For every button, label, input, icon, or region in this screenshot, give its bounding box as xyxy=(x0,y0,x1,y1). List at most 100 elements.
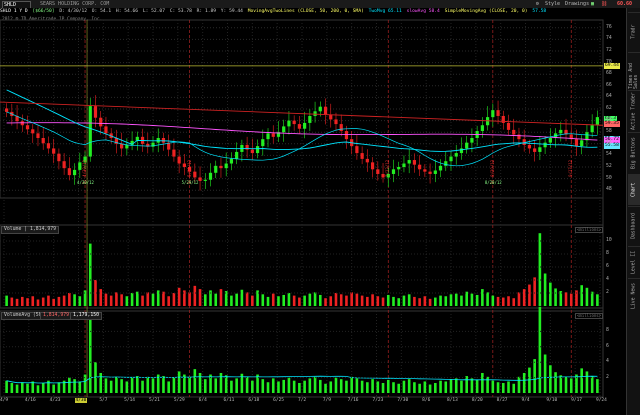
price-candle xyxy=(428,171,432,174)
volavg-bar xyxy=(533,359,536,393)
price-candle xyxy=(46,143,51,149)
price-candle xyxy=(391,169,396,174)
volavg-bar xyxy=(15,384,19,393)
price-candle xyxy=(574,139,579,147)
volume-bar xyxy=(172,293,176,306)
price-candle xyxy=(25,125,30,130)
price-candle xyxy=(407,160,411,164)
volavg-bar xyxy=(402,380,406,393)
tab-active-trader[interactable]: Active Trader xyxy=(628,90,640,131)
volume-bar xyxy=(62,295,66,306)
price-candle xyxy=(344,131,349,140)
volavg-bar xyxy=(449,379,453,393)
price-candle xyxy=(62,161,66,169)
tab-dashboard[interactable]: Dashboard xyxy=(628,206,640,245)
volavg-bar xyxy=(549,365,552,393)
price-candle xyxy=(67,168,71,176)
volume-bar xyxy=(198,289,202,306)
volavg-bar xyxy=(465,376,468,393)
volume-bar xyxy=(360,295,364,306)
volavg-bar xyxy=(407,379,411,393)
price-candle xyxy=(559,129,563,134)
volume-bar xyxy=(31,296,35,306)
volume-bar xyxy=(251,295,254,306)
volavg-bar xyxy=(423,381,427,393)
volavg-bar xyxy=(371,379,374,393)
volavg-bar xyxy=(376,381,380,393)
price-candle xyxy=(282,126,286,133)
price-candle xyxy=(480,125,484,132)
volavg-bar xyxy=(5,380,8,393)
price-candle xyxy=(203,179,207,181)
volavg-bar xyxy=(78,381,82,393)
price-candle xyxy=(219,165,223,169)
volavg-bar xyxy=(151,378,155,393)
volavg-bar xyxy=(512,383,516,393)
volavg-bar xyxy=(543,354,547,393)
price-candle xyxy=(590,125,594,133)
chart-canvas[interactable] xyxy=(0,0,626,415)
volume-bar xyxy=(193,285,197,306)
volume-bar xyxy=(136,291,139,306)
volume-bar xyxy=(423,296,427,306)
tab-times-and-sales[interactable]: Times And Sales xyxy=(628,52,640,89)
volume-bar xyxy=(277,296,280,306)
price-candle xyxy=(308,115,312,123)
tab-live-news[interactable]: Live News xyxy=(628,278,640,313)
volume-bar xyxy=(177,287,181,306)
volavg-bar xyxy=(418,383,421,393)
volume-bar xyxy=(580,285,584,306)
price-candle xyxy=(580,140,584,147)
volume-bar xyxy=(418,298,421,306)
volavg-bar xyxy=(324,383,327,393)
volavg-bar xyxy=(188,376,191,393)
tab-tradr[interactable]: Tradr xyxy=(628,12,640,51)
volavg-bar xyxy=(313,376,317,393)
price-candle xyxy=(235,151,239,159)
tab-big-buttons[interactable]: Big Buttons xyxy=(628,132,640,173)
price-candle xyxy=(470,138,474,143)
price-candle xyxy=(355,146,359,154)
volume-bar xyxy=(52,298,55,306)
volavg-bar xyxy=(596,379,599,393)
volume-bar xyxy=(460,295,463,306)
volavg-bar xyxy=(282,379,286,393)
volume-bar xyxy=(449,294,453,306)
volavg-bar xyxy=(245,376,249,393)
price-candle xyxy=(323,106,328,115)
price-candle xyxy=(313,111,317,116)
price-candle xyxy=(292,120,296,125)
volume-bar xyxy=(470,293,474,306)
volavg-bar xyxy=(298,382,301,393)
volume-bar xyxy=(585,287,589,306)
volume-bar xyxy=(10,297,14,306)
volavg-bar xyxy=(481,372,484,393)
volavg-bar xyxy=(580,368,584,393)
volume-bar xyxy=(130,293,134,306)
volume-bar xyxy=(261,294,265,306)
volume-bar xyxy=(308,293,312,306)
volavg-bar xyxy=(470,378,474,393)
volume-bar xyxy=(481,289,484,306)
tab-level-ii[interactable]: Level II xyxy=(628,246,640,277)
price-candle xyxy=(533,148,537,152)
volavg-bar xyxy=(292,380,296,393)
volume-bar xyxy=(371,294,374,306)
volume-bar xyxy=(569,293,573,306)
price-candle xyxy=(303,122,307,129)
price-candle xyxy=(418,164,422,170)
volavg-bar xyxy=(590,376,594,393)
volume-bar xyxy=(465,291,468,306)
price-candle xyxy=(57,153,61,162)
volavg-bar xyxy=(162,376,165,393)
volavg-bar xyxy=(360,380,364,393)
tab-chart[interactable]: Chart xyxy=(628,174,640,205)
price-candle xyxy=(52,148,56,154)
volume-bar xyxy=(413,296,416,306)
volavg-bar xyxy=(564,376,568,393)
volume-bar xyxy=(517,292,521,306)
volavg-bar xyxy=(517,376,521,393)
price-candle xyxy=(329,114,333,120)
price-candle xyxy=(297,124,301,129)
volavg-bar xyxy=(198,372,202,393)
